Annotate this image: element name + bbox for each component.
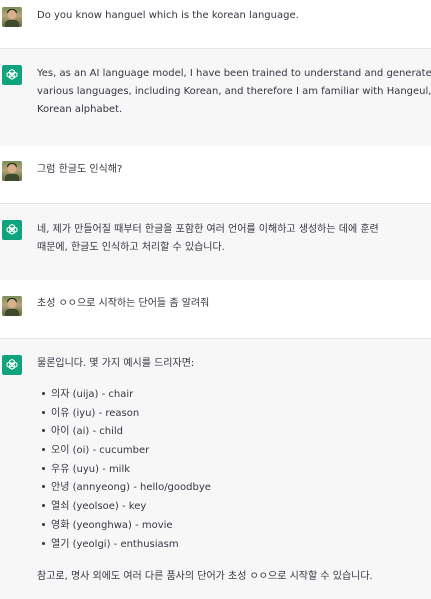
openai-logo-icon	[2, 65, 22, 85]
message-line: Do you know hanguel which is the korean …	[37, 10, 299, 21]
user-avatar	[2, 7, 22, 27]
message-line: Yes, as an AI language model, I have bee…	[37, 68, 431, 79]
list-item: 영화 (yeonghwa) - movie	[37, 517, 211, 536]
message-text: Do you know hanguel which is the korean …	[37, 7, 299, 25]
message-line: various languages, including Korean, and…	[37, 86, 431, 97]
message-text: 초성 ㅇㅇ으로 시작하는 단어들 좀 알려줘	[37, 295, 209, 313]
list-item: 아이 (ai) - child	[37, 423, 211, 442]
user-avatar	[2, 296, 22, 316]
list-item: 의자 (uija) - chair	[37, 386, 211, 405]
message-line: 초성 ㅇㅇ으로 시작하는 단어들 좀 알려줘	[37, 298, 210, 309]
message-line: Korean alphabet.	[37, 104, 123, 115]
list-item: 우유 (uyu) - milk	[37, 461, 211, 480]
user-message: 그럼 한글도 인식해?	[0, 146, 431, 203]
message-text: Yes, as an AI language model, I have bee…	[37, 65, 431, 119]
user-avatar	[2, 161, 22, 181]
message-text: 그럼 한글도 인식해?	[37, 161, 122, 179]
list-item: 오이 (oi) - cucumber	[37, 442, 211, 461]
message-line: 물론입니다. 몇 가지 예시를 드리자면:	[37, 358, 195, 369]
message-text: 네, 제가 만들어질 때부터 한글을 포함한 여러 언어를 이해하고 생성하는 …	[37, 221, 379, 257]
message-intro: 물론입니다. 몇 가지 예시를 드리자면:	[37, 355, 194, 373]
message-line: 참고로, 명사 외에도 여러 다른 품사의 단어가 초성 ㅇㅇ으로 시작할 수 …	[37, 571, 373, 582]
user-message: 초성 ㅇㅇ으로 시작하는 단어들 좀 알려줘	[0, 280, 431, 338]
openai-logo-icon	[2, 355, 22, 375]
assistant-message: Yes, as an AI language model, I have bee…	[0, 48, 431, 147]
message-line: 네, 제가 만들어질 때부터 한글을 포함한 여러 언어를 이해하고 생성하는 …	[37, 224, 379, 235]
list-item: 이유 (iyu) - reason	[37, 405, 211, 424]
assistant-message: 네, 제가 만들어질 때부터 한글을 포함한 여러 언어를 이해하고 생성하는 …	[0, 203, 431, 281]
list-item: 안녕 (annyeong) - hello/goodbye	[37, 479, 211, 498]
word-list: 의자 (uija) - chair 이유 (iyu) - reason 아이 (…	[37, 386, 211, 554]
message-outro: 참고로, 명사 외에도 여러 다른 품사의 단어가 초성 ㅇㅇ으로 시작할 수 …	[37, 568, 373, 586]
openai-logo-icon	[2, 220, 22, 240]
list-item: 열기 (yeolgi) - enthusiasm	[37, 536, 211, 555]
user-message: Do you know hanguel which is the korean …	[0, 0, 431, 48]
list-item: 열쇠 (yeolsoe) - key	[37, 498, 211, 517]
assistant-message: 물론입니다. 몇 가지 예시를 드리자면: 의자 (uija) - chair …	[0, 338, 431, 599]
message-line: 때문에, 한글도 인식하고 처리할 수 있습니다.	[37, 242, 225, 253]
message-line: 그럼 한글도 인식해?	[37, 164, 123, 175]
